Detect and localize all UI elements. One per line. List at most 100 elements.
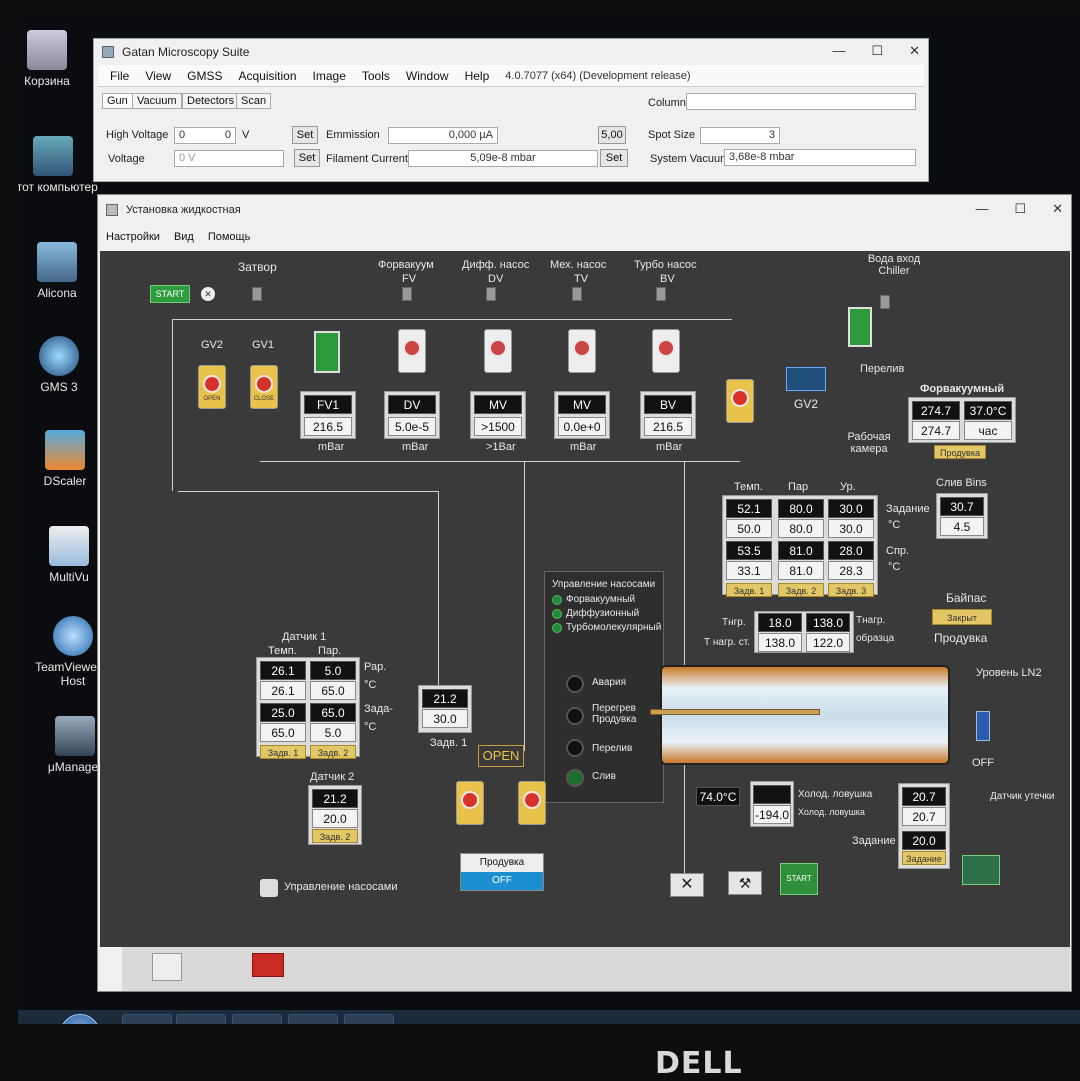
chart-button[interactable] [962,855,1000,885]
pump-control-icon[interactable] [260,879,278,897]
forvac-purge-button[interactable]: Продувка [934,445,986,459]
menu-acquisition[interactable]: Acquisition [238,69,296,83]
valve-tag[interactable]: Задв. 2 [778,583,824,597]
forvac-pump[interactable] [398,329,426,373]
desktop-icon-computer[interactable]: Этот компьютер [18,136,98,194]
valve-tag[interactable]: Задв. 2 [310,745,356,759]
spot-size-value: 3 [768,129,775,141]
wrench-button[interactable]: ✕ [670,873,704,897]
menu-image[interactable]: Image [313,69,346,83]
filament-set-button[interactable]: Set [600,149,628,167]
gate-valve-icon[interactable] [252,287,262,301]
desktop-icon-recycle-bin[interactable]: Корзина [18,30,92,88]
voltage-input[interactable]: 0 V [174,150,284,167]
ln2-label: Уровень LN2 [976,667,1042,679]
work-chamber-label: Рабочая камера [847,431,891,455]
high-voltage-input[interactable]: 00 [174,127,236,144]
sensor2-title: Датчик 2 [310,771,355,783]
menu-help[interactable]: Помощь [208,231,251,243]
emission-set-value[interactable]: 5,00 [598,126,626,144]
micromanager-icon [55,716,95,756]
pump-title: Мех. насос [550,259,607,271]
explorer-icon[interactable] [176,1014,226,1024]
version-label: 4.0.7077 (x64) (Development release) [505,69,691,82]
voltage-set-button[interactable]: Set [294,149,320,167]
tab-gun[interactable]: Gun [102,93,133,109]
ie-icon[interactable] [122,1014,172,1024]
close-icon[interactable]: ✕ [1052,201,1063,217]
valve-icon[interactable] [486,287,496,301]
maximize-icon[interactable]: ☐ [871,43,883,59]
voltage-label: Voltage [108,153,145,165]
tab-vacuum[interactable]: Vacuum [132,93,182,109]
menu-view[interactable]: Вид [174,231,194,243]
pump-icon [573,339,591,357]
teamviewer-taskbar-icon[interactable] [344,1014,394,1024]
close-icon[interactable]: ✕ [909,43,920,59]
menu-tools[interactable]: Tools [362,69,390,83]
maximize-icon[interactable]: ☐ [1014,201,1026,217]
mid-setpoint: 30.0 [422,709,468,728]
desktop-icon-alicona[interactable]: Alicona [18,242,102,300]
menu-help[interactable]: Help [465,69,490,83]
overflow-led [566,739,584,757]
water-indicator[interactable] [848,307,872,347]
gv2-valve[interactable]: OPEN [198,365,226,409]
tab-scan[interactable]: Scan [236,93,272,109]
valve-icon[interactable] [880,295,890,309]
valve-icon[interactable] [402,287,412,301]
pipe [172,319,732,320]
tab-detectors[interactable]: Detectors [182,93,240,109]
menu-view[interactable]: View [145,69,171,83]
bv-valve[interactable] [726,379,754,423]
desktop-icon-label: DScaler [43,474,87,488]
valve-tag[interactable]: Задв. 3 [828,583,874,597]
alarm-button[interactable] [252,953,284,977]
forvac-value-2: 274.7 [912,421,960,440]
minimize-icon[interactable]: — [975,201,988,217]
valve-tag[interactable]: Задв. 2 [312,829,358,843]
purge-valve-2[interactable] [518,781,546,825]
purge-valve-1[interactable] [456,781,484,825]
menu-settings[interactable]: Настройки [106,231,160,243]
pump-icon [403,339,421,357]
turbo-pump[interactable] [652,329,680,373]
valve-icon[interactable] [572,287,582,301]
gv2-valve-box[interactable] [786,367,826,391]
mech-pump[interactable] [568,329,596,373]
start-button[interactable]: START [150,285,190,303]
valve-tag[interactable]: Задв. 1 [726,583,772,597]
logo-button[interactable] [152,953,182,981]
minimize-icon[interactable]: — [832,43,845,59]
spot-size-label: Spot Size [648,129,696,141]
menu-file[interactable]: File [110,69,129,83]
green-pump-indicator[interactable] [314,331,340,373]
status-dot [552,623,562,633]
process-panel: START ✕ Затвор GV2 GV1 OPEN CLOSE Форвак… [100,251,1070,947]
bypass-state[interactable]: Закрыт [932,609,992,625]
leak-set-tag[interactable]: Задание [902,851,946,865]
high-voltage-set-button[interactable]: Set [292,126,318,144]
sensor1-title: Датчик 1 [282,631,327,643]
firefox-icon[interactable] [288,1014,338,1024]
valve-icon[interactable] [656,287,666,301]
table-side-label: °C [888,519,901,531]
menu-window[interactable]: Window [406,69,449,83]
start-small-button[interactable]: START [780,863,818,895]
media-player-icon[interactable] [232,1014,282,1024]
valve-tag[interactable]: Задв. 1 [260,745,306,759]
sensor1-header: Темп. [268,645,297,657]
pump-control-link[interactable]: Управление насосами [284,881,397,893]
drain-title: Слив Bins [936,477,987,489]
status-dot [552,609,562,619]
diff-pump[interactable] [484,329,512,373]
purge-button[interactable]: Продувка OFF [460,853,544,891]
menu-gmss[interactable]: GMSS [187,69,222,83]
gv2-state: OPEN [203,396,221,402]
close-circle-icon[interactable]: ✕ [201,287,215,301]
start-menu-icon[interactable] [60,1014,100,1024]
gv1-valve[interactable]: CLOSE [250,365,278,409]
desktop-icon-gms[interactable]: GMS 3 [18,336,104,394]
tools-button[interactable]: ⚒ [728,871,762,895]
spot-size-input[interactable]: 3 [700,127,780,144]
